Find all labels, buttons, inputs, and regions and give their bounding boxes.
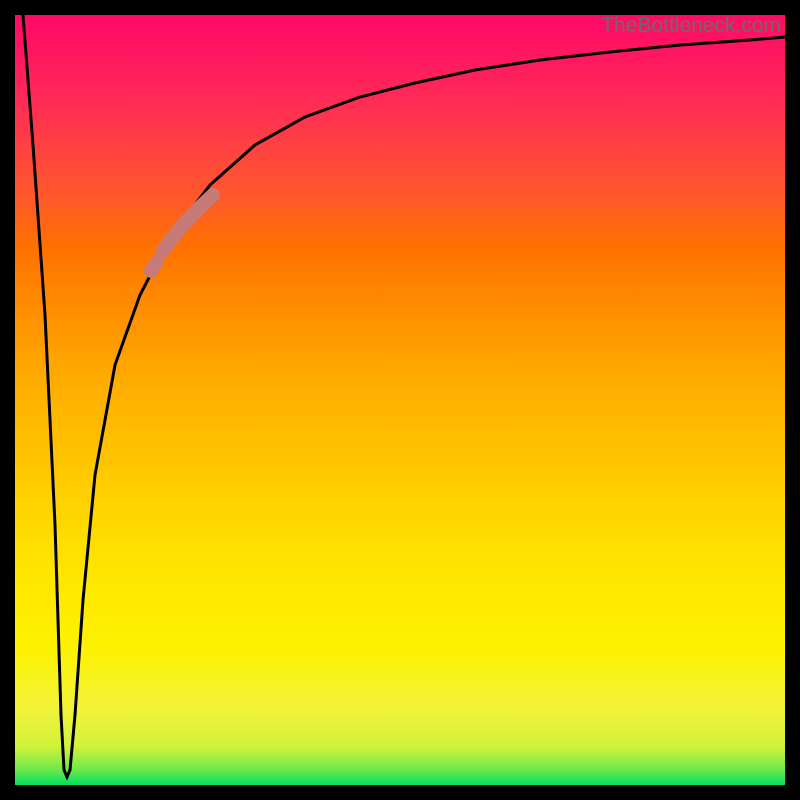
highlight-segment-dot xyxy=(151,263,156,271)
chart-frame: TheBottleneck.com xyxy=(0,0,800,800)
highlight-segment-path xyxy=(162,195,213,252)
chart-svg xyxy=(15,15,785,785)
bottleneck-curve-path xyxy=(23,15,785,777)
plot-area: TheBottleneck.com xyxy=(15,15,785,785)
